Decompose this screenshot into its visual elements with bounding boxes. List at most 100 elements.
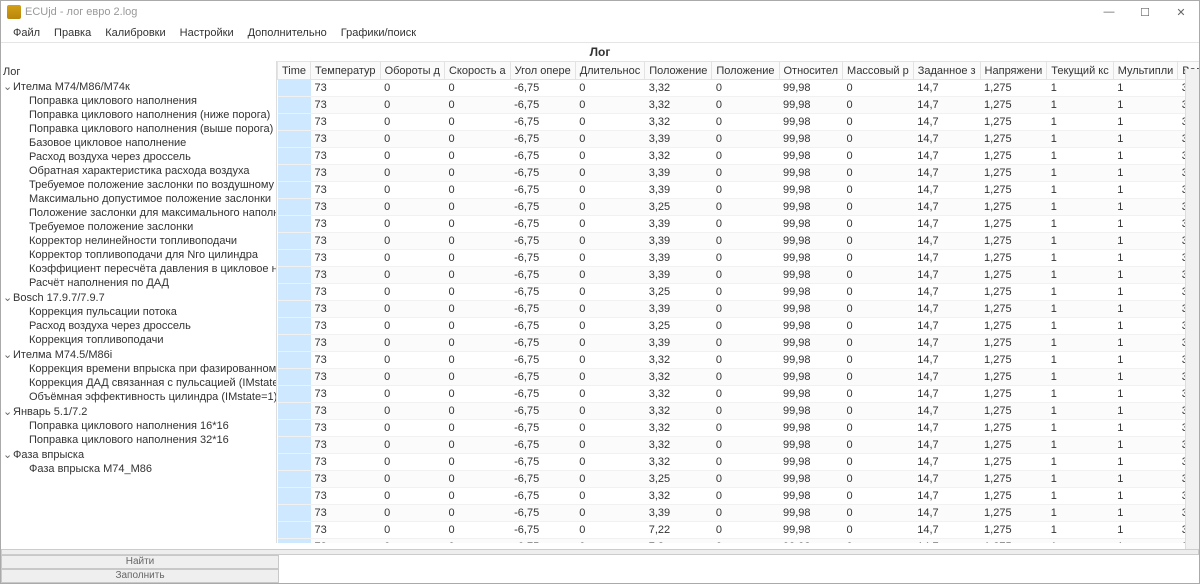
table-row[interactable]: 7300-6,7503,25099,98014,71,275113000 (278, 318, 1200, 335)
table-cell[interactable]: 0 (843, 301, 914, 318)
table-cell[interactable]: 0 (575, 335, 645, 352)
table-cell[interactable]: 1 (1113, 454, 1178, 471)
table-cell[interactable]: 99,98 (779, 199, 843, 216)
table-cell[interactable]: 0 (843, 199, 914, 216)
chevron-down-icon[interactable]: ⌄ (3, 405, 13, 418)
table-cell[interactable]: 7,22 (645, 522, 712, 539)
column-header[interactable]: Массовый р (843, 62, 914, 80)
table-cell[interactable]: 1 (1047, 301, 1114, 318)
find-button[interactable]: Найти (1, 555, 279, 569)
table-row[interactable]: 7300-6,7503,39099,98014,71,275113000 (278, 216, 1200, 233)
table-cell[interactable]: -6,75 (510, 216, 575, 233)
table-cell[interactable]: 0 (380, 233, 444, 250)
column-header[interactable]: Температур (311, 62, 381, 80)
table-cell[interactable]: 1 (1047, 165, 1114, 182)
table-cell[interactable]: 14,7 (913, 369, 980, 386)
table-cell[interactable]: 3,39 (645, 233, 712, 250)
table-cell[interactable]: 1 (1047, 250, 1114, 267)
table-cell[interactable]: 3,39 (645, 267, 712, 284)
table-row[interactable]: 7300-6,7503,39099,98014,71,275113000 (278, 505, 1200, 522)
chevron-down-icon[interactable]: ⌄ (3, 348, 13, 361)
table-cell[interactable] (278, 471, 311, 488)
table-cell[interactable]: 0 (444, 505, 510, 522)
table-cell[interactable] (278, 454, 311, 471)
table-row[interactable]: 7300-6,7503,39099,98014,71,275113000 (278, 165, 1200, 182)
table-cell[interactable]: 0 (444, 437, 510, 454)
table-cell[interactable]: 0 (380, 80, 444, 97)
table-cell[interactable]: 14,7 (913, 148, 980, 165)
table-cell[interactable]: 0 (575, 80, 645, 97)
table-cell[interactable]: 99,98 (779, 471, 843, 488)
table-cell[interactable]: 73 (311, 437, 381, 454)
table-cell[interactable]: 0 (575, 216, 645, 233)
tree-item[interactable]: Поправка циклового наполнения (19, 94, 274, 108)
table-cell[interactable]: 1,275 (980, 386, 1047, 403)
table-cell[interactable]: 0 (380, 522, 444, 539)
table-cell[interactable]: 99,98 (779, 420, 843, 437)
table-cell[interactable]: 1,275 (980, 471, 1047, 488)
table-cell[interactable]: -6,75 (510, 386, 575, 403)
table-cell[interactable]: 0 (444, 148, 510, 165)
table-cell[interactable]: 14,7 (913, 437, 980, 454)
tree-item[interactable]: Коррекция ДАД связанная с пульсацией (IM… (19, 376, 274, 390)
table-cell[interactable]: 1 (1113, 318, 1178, 335)
menu-item[interactable]: Правка (48, 25, 97, 41)
table-cell[interactable]: 1 (1113, 505, 1178, 522)
table-cell[interactable]: 0 (712, 488, 779, 505)
tree-group[interactable]: ⌄Январь 5.1/7.2 (3, 404, 274, 419)
table-cell[interactable]: 1 (1113, 403, 1178, 420)
chevron-down-icon[interactable]: ⌄ (3, 291, 13, 304)
table-cell[interactable]: 0 (444, 420, 510, 437)
table-cell[interactable]: 0 (380, 165, 444, 182)
table-row[interactable]: 7300-6,7503,32099,98014,71,275113000 (278, 369, 1200, 386)
table-cell[interactable] (278, 267, 311, 284)
table-cell[interactable]: 99,98 (779, 301, 843, 318)
table-cell[interactable]: 1 (1047, 233, 1114, 250)
table-cell[interactable]: 1 (1113, 437, 1178, 454)
table-cell[interactable]: 14,7 (913, 165, 980, 182)
table-cell[interactable]: 0 (712, 318, 779, 335)
table-cell[interactable]: 0 (843, 403, 914, 420)
table-cell[interactable]: 1,275 (980, 97, 1047, 114)
table-cell[interactable]: 0 (380, 114, 444, 131)
table-cell[interactable]: 73 (311, 233, 381, 250)
column-header[interactable]: Заданное з (913, 62, 980, 80)
tree-item[interactable]: Положение заслонки для максимального нап… (19, 206, 274, 220)
table-cell[interactable]: 0 (712, 250, 779, 267)
tree-panel[interactable]: Лог⌄Ителма М74/М86/М74кПоправка цикловог… (1, 61, 277, 543)
table-cell[interactable] (278, 352, 311, 369)
table-cell[interactable]: 99,98 (779, 182, 843, 199)
table-cell[interactable]: 99,98 (779, 386, 843, 403)
menu-item[interactable]: Калибровки (99, 25, 171, 41)
table-cell[interactable]: 0 (575, 148, 645, 165)
table-cell[interactable]: 1,275 (980, 216, 1047, 233)
table-cell[interactable]: -6,75 (510, 539, 575, 544)
table-cell[interactable]: 1 (1113, 386, 1178, 403)
table-cell[interactable]: 3,39 (645, 301, 712, 318)
fill-button[interactable]: Заполнить (1, 569, 279, 583)
table-cell[interactable]: 0 (575, 165, 645, 182)
table-cell[interactable]: -6,75 (510, 165, 575, 182)
table-cell[interactable]: 1 (1047, 97, 1114, 114)
table-row[interactable]: 7300-6,7503,39099,98014,71,275113000 (278, 182, 1200, 199)
tree-item[interactable]: Коррекция времени впрыска при фазированн… (19, 362, 274, 376)
table-cell[interactable]: 73 (311, 420, 381, 437)
table-cell[interactable]: 0 (575, 318, 645, 335)
table-cell[interactable] (278, 488, 311, 505)
tree-item[interactable]: Корректор топливоподачи для Nго цилиндра (19, 248, 274, 262)
column-header[interactable]: Положение (712, 62, 779, 80)
table-cell[interactable]: 1 (1113, 250, 1178, 267)
table-cell[interactable]: -6,75 (510, 97, 575, 114)
table-cell[interactable]: -6,75 (510, 182, 575, 199)
table-cell[interactable]: -6,75 (510, 454, 575, 471)
table-row[interactable]: 7300-6,7503,39099,98014,71,275113000 (278, 335, 1200, 352)
table-row[interactable]: 7300-6,7503,32099,98014,71,275113000 (278, 403, 1200, 420)
table-cell[interactable] (278, 114, 311, 131)
table-cell[interactable]: 99,98 (779, 437, 843, 454)
table-cell[interactable] (278, 131, 311, 148)
table-cell[interactable]: 0 (444, 352, 510, 369)
tree-item[interactable]: Расход воздуха через дроссель (19, 319, 274, 333)
table-cell[interactable]: -6,75 (510, 318, 575, 335)
table-cell[interactable]: 1 (1047, 522, 1114, 539)
table-cell[interactable]: 0 (843, 386, 914, 403)
